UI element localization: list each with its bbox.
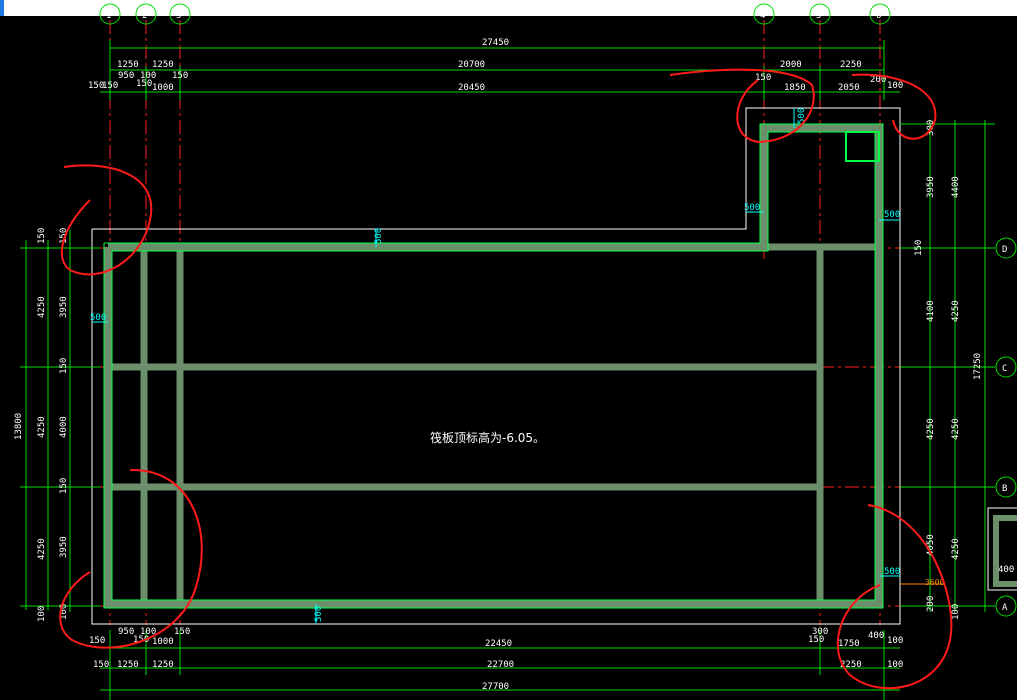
dim-top-r2-1: 1250 bbox=[152, 60, 174, 70]
callout-wall-left: 500 bbox=[90, 313, 106, 323]
dim-left-inner-2: 3950 bbox=[59, 296, 69, 318]
dim-left-inner-0: 150 bbox=[37, 228, 47, 244]
dim-top-r3-5: 150 bbox=[172, 71, 188, 81]
dim-right-mid-2: 4250 bbox=[951, 418, 961, 440]
dim-left-inner-7: 100 bbox=[37, 606, 47, 622]
dim-right-mid-3: 4250 bbox=[951, 538, 961, 560]
dim-top-r2-4: 2250 bbox=[840, 60, 862, 70]
dim-top-total: 27450 bbox=[482, 38, 509, 48]
dim-bot-r2-0: 150 bbox=[93, 660, 109, 670]
axis-label-D: D bbox=[1002, 245, 1007, 255]
pit-box bbox=[845, 131, 880, 162]
dim-bot-total: 27700 bbox=[482, 682, 509, 692]
callout-orange: 3600 bbox=[925, 578, 944, 587]
axis-label-2: 2 bbox=[142, 11, 147, 21]
dim-top-r2-2: 20700 bbox=[458, 60, 485, 70]
raft-elevation-note: 筏板顶标高为-6.05。 bbox=[430, 430, 545, 445]
axis-bubbles-top bbox=[99, 3, 891, 25]
callout-wall-step: 500 bbox=[744, 203, 760, 213]
callout-wall-top: 500 bbox=[374, 228, 384, 244]
axis-label-B: B bbox=[1002, 484, 1007, 494]
dim-bot-r1-8: 150 bbox=[808, 635, 824, 645]
axis-label-3: 3 bbox=[176, 11, 181, 21]
callout-side: 400 bbox=[998, 565, 1014, 575]
dim-bot-r2-5: 100 bbox=[887, 660, 903, 670]
dim-left-inner-6: 3950 bbox=[59, 536, 69, 558]
dim-left-inner-5: 150 bbox=[59, 478, 69, 494]
dim-right-inner-2: 150 bbox=[914, 240, 924, 256]
dim-left-mid-0: 4250 bbox=[37, 296, 47, 318]
dim-right-inner-7: 100 bbox=[951, 604, 961, 620]
top-dimension-lines bbox=[100, 40, 900, 100]
dim-right-mid-1: 4250 bbox=[951, 300, 961, 322]
dim-top-r3-9: 1850 bbox=[784, 83, 806, 93]
dim-bot-r2-3: 22700 bbox=[487, 660, 514, 670]
dim-bot-r1-4: 1000 bbox=[152, 637, 174, 647]
cad-drawing-canvas[interactable]: 1 2 3 4 5 6 D C B A 27450 1250 1250 2070… bbox=[0, 0, 1017, 700]
dim-top-r3-3: 150 bbox=[136, 79, 152, 89]
callout-wall-right: 500 bbox=[884, 210, 900, 220]
axis-label-C: C bbox=[1002, 364, 1007, 374]
callout-wall-bottom: 500 bbox=[314, 606, 324, 622]
dim-bot-r1-9: 1750 bbox=[838, 639, 860, 649]
callout-wall-right-bottom: 500 bbox=[884, 567, 900, 577]
dim-right-total: 17250 bbox=[973, 353, 983, 380]
axis-grid bbox=[20, 20, 995, 625]
axis-label-A: A bbox=[1002, 603, 1008, 613]
dim-top-r3-6: 150 bbox=[102, 81, 118, 91]
dim-top-r2-0: 1250 bbox=[117, 60, 139, 70]
dim-right-inner-1: 3950 bbox=[926, 176, 936, 198]
axis-label-1: 1 bbox=[106, 11, 111, 21]
dim-left-mid-2: 4250 bbox=[37, 538, 47, 560]
dim-left-mid-1: 4250 bbox=[37, 416, 47, 438]
dim-bot-r1-11: 100 bbox=[887, 636, 903, 646]
dim-bot-r2-1: 1250 bbox=[117, 660, 139, 670]
dim-bot-r1-10: 400 bbox=[868, 631, 884, 641]
dim-top-r3-12: 100 bbox=[887, 81, 903, 91]
dim-top-r3-10: 2050 bbox=[838, 83, 860, 93]
dim-bot-r2-2: 1250 bbox=[152, 660, 174, 670]
axis-label-4: 4 bbox=[760, 11, 765, 21]
dim-top-r3-4: 1000 bbox=[152, 83, 174, 93]
dim-top-r2-3: 2000 bbox=[780, 60, 802, 70]
dim-left-outer: 13800 bbox=[14, 413, 24, 440]
dim-top-r3-7: 20450 bbox=[458, 83, 485, 93]
dim-right-mid-0: 4400 bbox=[951, 176, 961, 198]
dim-left-inner-3: 150 bbox=[59, 358, 69, 374]
dim-right-inner-4: 4250 bbox=[926, 418, 936, 440]
axis-label-6: 6 bbox=[876, 11, 881, 21]
dim-left-inner-4: 4000 bbox=[59, 416, 69, 438]
dim-bot-r1-1: 950 bbox=[118, 627, 134, 637]
dim-right-inner-3: 4100 bbox=[926, 300, 936, 322]
dim-right-inner-6: 200 bbox=[926, 596, 936, 612]
dim-bot-r1-0: 150 bbox=[89, 636, 105, 646]
dim-top-r3-1: 950 bbox=[118, 71, 134, 81]
dim-bot-r1-5: 150 bbox=[174, 627, 190, 637]
dim-bot-r1-6: 22450 bbox=[485, 639, 512, 649]
axis-label-5: 5 bbox=[816, 11, 821, 21]
walls bbox=[104, 124, 883, 608]
